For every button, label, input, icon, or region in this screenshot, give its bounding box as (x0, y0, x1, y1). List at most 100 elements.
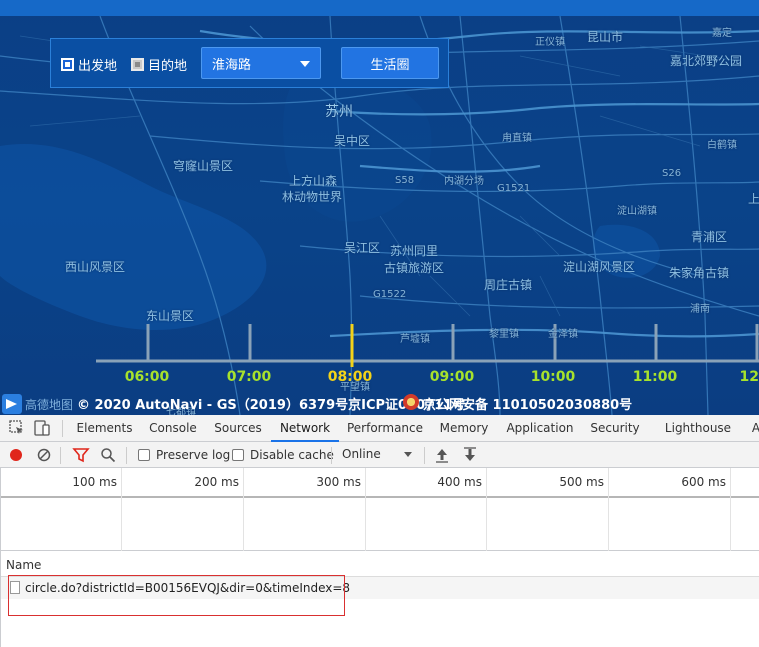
map-place-label: 苏州 (325, 104, 353, 120)
tab-application[interactable]: Application (502, 415, 578, 442)
origin-checkbox-icon[interactable] (61, 57, 74, 71)
time-label[interactable]: 07:00 (224, 369, 274, 385)
amap-logo-icon (2, 394, 22, 414)
timeline-tick-line (730, 468, 731, 551)
timeline-tick-line (486, 468, 487, 551)
network-overview-timeline[interactable]: 100 ms 200 ms 300 ms 400 ms 500 ms 600 ms (0, 468, 759, 551)
map-place-label: S26 (662, 168, 682, 179)
map-place-label: G1521 (497, 183, 531, 194)
checkbox-icon[interactable] (232, 449, 244, 461)
time-slider[interactable]: 06:00 07:00 08:00 09:00 10:00 11:00 12: (0, 322, 759, 388)
name-column-header[interactable]: Name (6, 558, 41, 572)
timeline-tick-label: 100 ms (72, 475, 117, 489)
preserve-log-label: Preserve log (156, 448, 231, 462)
clear-icon[interactable] (35, 446, 53, 464)
toolbar-separator (60, 447, 61, 464)
tab-elements[interactable]: Elements (68, 415, 141, 442)
page-top-bar (0, 0, 759, 16)
map-place-label: 淀山湖风景区 (563, 260, 636, 274)
timeline-tick-line (608, 468, 609, 551)
map-place-label: 青浦区 (691, 230, 728, 244)
timeline-tick-label: 200 ms (194, 475, 239, 489)
timeline-tick-label: 300 ms (316, 475, 361, 489)
tab-lighthouse[interactable]: Lighthouse (661, 415, 735, 442)
time-label[interactable]: 11:00 (630, 369, 680, 385)
map-place-label: 内湖分场 (444, 176, 484, 187)
map-place-label: 古镇旅游区 (384, 261, 445, 275)
tab-network[interactable]: Network (271, 415, 339, 442)
inspect-element-icon[interactable] (8, 419, 26, 437)
tab-performance[interactable]: Performance (344, 415, 426, 442)
destination-label: 目的地 (148, 58, 188, 74)
time-label[interactable]: 08:00 (325, 369, 375, 385)
devtools-panel: Elements Console Sources Network Performance… (0, 415, 759, 647)
map-place-label: 西山风景区 (65, 260, 126, 274)
timeline-tick-label: 500 ms (559, 475, 604, 489)
life-circle-button[interactable]: 生活圈 (341, 47, 439, 79)
police-badge-icon (403, 394, 419, 410)
timeline-tick-line (243, 468, 244, 551)
map-place-label: 浦南 (690, 304, 710, 315)
map-place-label: 苏州同里 (390, 244, 439, 258)
origin-option[interactable]: 出发地 (61, 55, 118, 74)
map-place-label: 白鹤镇 (707, 140, 737, 151)
import-har-icon[interactable] (433, 446, 451, 464)
police-record-text: 京公网安备 11010502030880号 (423, 398, 633, 413)
throttling-select[interactable]: Online (342, 447, 416, 463)
origin-label: 出发地 (78, 58, 118, 74)
device-toolbar-icon[interactable] (33, 419, 51, 437)
toolbar-separator (126, 447, 127, 464)
map-place-label: 嘉北郊野公园 (670, 54, 743, 68)
timeline-tick-label: 600 ms (681, 475, 726, 489)
time-label[interactable]: 10:00 (528, 369, 578, 385)
map-place-label: 淀山湖镇 (617, 206, 657, 217)
search-icon[interactable] (99, 446, 117, 464)
network-toolbar: Preserve log Disable cache Online (0, 442, 759, 468)
road-select-value: 淮海路 (212, 57, 252, 73)
tab-memory[interactable]: Memory (433, 415, 495, 442)
document-icon (10, 581, 20, 594)
road-select[interactable]: 淮海路 (201, 47, 321, 79)
checkbox-icon[interactable] (138, 449, 150, 461)
map-place-label: 昆山市 (587, 30, 624, 44)
map-place-label: 甪直镇 (502, 133, 532, 144)
map-place-label: 上方山森 (289, 174, 338, 188)
request-row[interactable]: circle.do?districtId=B00156EVQJ&dir=0&ti… (0, 577, 759, 599)
map-place-label: S58 (395, 175, 415, 186)
tab-security[interactable]: Security (585, 415, 645, 442)
record-icon[interactable] (7, 446, 25, 464)
map-place-label: G1522 (373, 289, 407, 300)
map-place-label: 上 (748, 192, 759, 206)
time-label[interactable]: 12: (727, 369, 759, 385)
destination-checkbox-icon[interactable] (131, 57, 144, 71)
map-place-label: 正仪镇 (535, 37, 565, 48)
throttling-value: Online (342, 447, 381, 461)
amap-brand: 高德地图 (25, 398, 74, 412)
toolbar-separator (424, 447, 425, 464)
tab-separator (62, 420, 63, 437)
request-table-header: Name (0, 551, 759, 577)
map-place-label: 朱家角古镇 (669, 266, 730, 280)
time-label[interactable]: 06:00 (122, 369, 172, 385)
tab-console[interactable]: Console (144, 415, 202, 442)
request-name[interactable]: circle.do?districtId=B00156EVQJ&dir=0&ti… (25, 581, 350, 595)
preserve-log-checkbox[interactable]: Preserve log (138, 448, 230, 462)
tab-a[interactable]: A (746, 415, 759, 442)
timeline-tick-label: 400 ms (437, 475, 482, 489)
destination-option[interactable]: 目的地 (131, 55, 188, 74)
map-view[interactable]: 苏州 吴中区 穹窿山景区 上方山森 林动物世界 吴江区 苏州同里 古镇旅游区 西山风景区 东山景区… (0, 0, 759, 415)
chevron-down-icon (404, 452, 412, 457)
tab-sources[interactable]: Sources (210, 415, 266, 442)
map-place-label: 周庄古镇 (484, 278, 533, 292)
export-har-icon[interactable] (461, 446, 479, 464)
disable-cache-checkbox[interactable]: Disable cache (232, 448, 334, 462)
devtools-tab-bar: Elements Console Sources Network Performance… (0, 415, 759, 442)
timeline-tick-line (365, 468, 366, 551)
timeline-tick-line (121, 468, 122, 551)
toolbar-separator (331, 447, 332, 464)
time-label[interactable]: 09:00 (427, 369, 477, 385)
map-place-label: 穹窿山景区 (173, 159, 234, 173)
map-place-label: 吴中区 (334, 134, 371, 148)
filter-icon[interactable] (72, 446, 90, 464)
control-panel: 出发地 目的地 淮海路 生活圈 (50, 38, 449, 88)
